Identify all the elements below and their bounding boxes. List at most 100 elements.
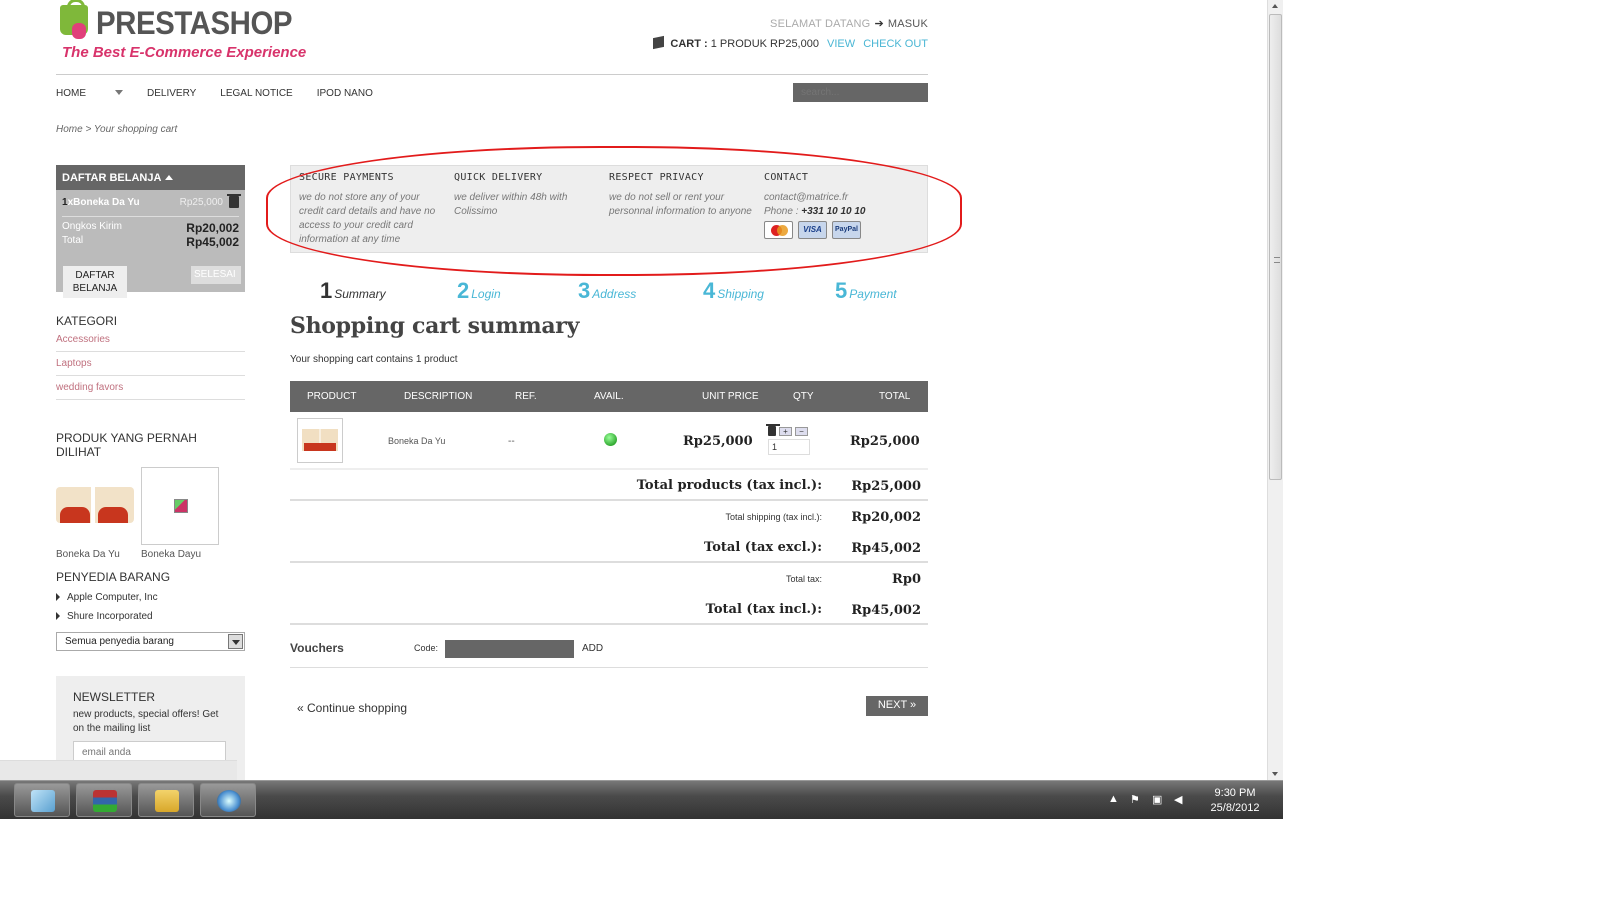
cart-block-divider (62, 216, 239, 217)
trash-icon[interactable] (227, 194, 241, 208)
step-number: 5 (835, 278, 848, 303)
step-number: 2 (457, 278, 470, 303)
viewed-caption[interactable]: Boneka Dayu (141, 549, 201, 560)
supplier-link[interactable]: Apple Computer, Inc (56, 592, 245, 603)
clock[interactable]: 9:30 PM 25/8/2012 (1205, 786, 1265, 816)
search-input[interactable] (793, 83, 928, 102)
taskbar-app-button[interactable] (76, 783, 132, 817)
dropdown-arrow-icon[interactable] (228, 634, 243, 649)
supplier-select[interactable]: Semua penyedia barang (56, 632, 245, 651)
prestashop-logo[interactable]: PRESTASHOP The Best E-Commerce Experienc… (60, 0, 306, 65)
category-link[interactable]: Laptops (56, 352, 245, 376)
clock-time: 9:30 PM (1214, 787, 1256, 799)
header-cart-line: CART : 1 PRODUK RP25,000 VIEW CHECK OUT (653, 35, 928, 50)
taskbar-app-button[interactable] (138, 783, 194, 817)
main-nav: HOME DELIVERY LEGAL NOTICE IPOD NANO (56, 88, 397, 99)
cart-item-name[interactable]: xBoneka Da Yu (68, 197, 140, 208)
quantity-field[interactable]: 1 (768, 439, 810, 455)
scrollbar-thumb[interactable] (1269, 14, 1282, 480)
voucher-add-button[interactable]: ADD (582, 643, 603, 654)
next-button[interactable]: NEXT » (866, 696, 928, 716)
continue-shopping-link[interactable]: « Continue shopping (297, 701, 407, 715)
reassurance-contact: CONTACT contact@matrice.fr Phone : +331 … (764, 172, 919, 246)
scroll-up-icon[interactable] (1272, 4, 1278, 8)
product-ref: -- (508, 436, 515, 447)
step-payment[interactable]: 5 Payment (835, 278, 897, 304)
summary-label: Total tax: (785, 574, 822, 584)
product-thumbnail[interactable] (56, 487, 134, 523)
nav-home-label: HOME (56, 88, 86, 99)
summary-row: Total tax: Rp0 (290, 563, 928, 594)
summary-value: Rp45,002 (851, 541, 921, 556)
step-shipping[interactable]: 4 Shipping (703, 278, 764, 304)
folder-icon (155, 790, 179, 812)
logo-name: PRESTASHOP (96, 5, 293, 41)
cart-checkout-button[interactable]: SELESAI (191, 266, 241, 284)
left-sidebar: DAFTAR BELANJA 1 xBoneka Da Yu Rp25,000 … (56, 165, 245, 780)
reassurance-title: CONTACT (764, 172, 809, 183)
view-cart-link[interactable]: VIEW (827, 38, 855, 50)
contact-email[interactable]: contact@matrice.fr (764, 191, 909, 205)
contact-phone-line: Phone : +331 10 10 10 (764, 205, 909, 219)
supplier-select-value: Semua penyedia barang (65, 636, 174, 647)
delete-icon[interactable] (766, 424, 780, 436)
nav-item-home[interactable]: HOME (56, 88, 123, 99)
cart-block-title: DAFTAR BELANJA (62, 172, 162, 184)
supplier-link[interactable]: Shure Incorporated (56, 611, 245, 622)
summary-value: Rp25,000 (851, 479, 921, 494)
volume-icon[interactable]: ◀ (1174, 793, 1186, 806)
column-header: PRODUCT (307, 391, 357, 402)
flag-icon[interactable]: ⚑ (1130, 793, 1142, 806)
nav-item-ipod-nano[interactable]: IPOD NANO (317, 88, 373, 99)
line-total: Rp25,000 (850, 434, 920, 449)
minus-icon[interactable]: − (795, 426, 808, 436)
viewed-title: PRODUK YANG PERNAH DILIHAT (56, 431, 197, 459)
chevron-up-icon (165, 175, 174, 180)
voucher-code-input[interactable] (445, 640, 574, 658)
welcome-line: SELAMAT DATANG ➔ MASUK (653, 17, 928, 30)
login-link[interactable]: MASUK (888, 18, 928, 30)
taskbar-app-button[interactable] (14, 783, 70, 817)
cart-view-button[interactable]: DAFTAR BELANJA (63, 266, 127, 298)
show-hidden-icon[interactable]: ▲ (1108, 793, 1120, 805)
category-link[interactable]: wedding favors (56, 376, 245, 400)
vertical-scrollbar[interactable] (1267, 0, 1283, 780)
checkout-link[interactable]: CHECK OUT (863, 38, 928, 50)
cart-block-header[interactable]: DAFTAR BELANJA (56, 165, 245, 190)
product-image[interactable] (297, 418, 343, 463)
product-thumbnail[interactable] (141, 467, 219, 545)
nav-item-delivery[interactable]: DELIVERY (147, 88, 196, 99)
cart-block: 1 xBoneka Da Yu Rp25,000 Ongkos Kirim Rp… (56, 190, 245, 298)
suppliers-block: PENYEDIA BARANG Apple Computer, Inc Shur… (56, 570, 245, 651)
viewed-products-block: PRODUK YANG PERNAH DILIHAT Boneka Da Yu … (56, 431, 245, 560)
column-header: TOTAL (879, 391, 911, 402)
summary-row: Total (tax incl.): Rp45,002 (290, 594, 928, 625)
header-divider (56, 74, 928, 75)
step-login[interactable]: 2 Login (457, 278, 501, 304)
viewed-caption[interactable]: Boneka Da Yu (56, 549, 120, 560)
newsletter-desc: new products, special offers! Get on the… (73, 709, 219, 734)
taskbar-app-button[interactable] (200, 783, 256, 817)
column-header: DESCRIPTION (404, 391, 473, 402)
summary-value: Rp45,002 (851, 603, 921, 618)
categories-title: KATEGORI (56, 314, 118, 328)
cart-item-price: Rp25,000 (179, 196, 223, 208)
notepad-icon (31, 790, 55, 812)
step-label: Login (471, 287, 501, 301)
plus-icon[interactable]: + (779, 426, 792, 436)
step-address[interactable]: 3 Address (578, 278, 636, 304)
nav-item-legal-notice[interactable]: LEGAL NOTICE (220, 88, 292, 99)
summary-label: Total shipping (tax incl.): (725, 512, 822, 522)
step-number: 4 (703, 278, 716, 303)
chevron-down-icon (115, 90, 123, 95)
summary-label: Total products (tax incl.): (636, 478, 822, 493)
category-link[interactable]: Accessories (56, 328, 245, 352)
step-summary: 1 Summary (320, 278, 386, 304)
welcome-text: SELAMAT DATANG (770, 18, 871, 30)
network-icon[interactable]: ▣ (1152, 793, 1164, 806)
scroll-down-icon[interactable] (1272, 772, 1278, 776)
hand-cursor-icon (72, 23, 86, 39)
total-value: Rp45,002 (186, 235, 239, 249)
cart-shipping-row: Ongkos Kirim Rp20,002 (62, 221, 239, 235)
product-description[interactable]: Boneka Da Yu (388, 436, 445, 446)
